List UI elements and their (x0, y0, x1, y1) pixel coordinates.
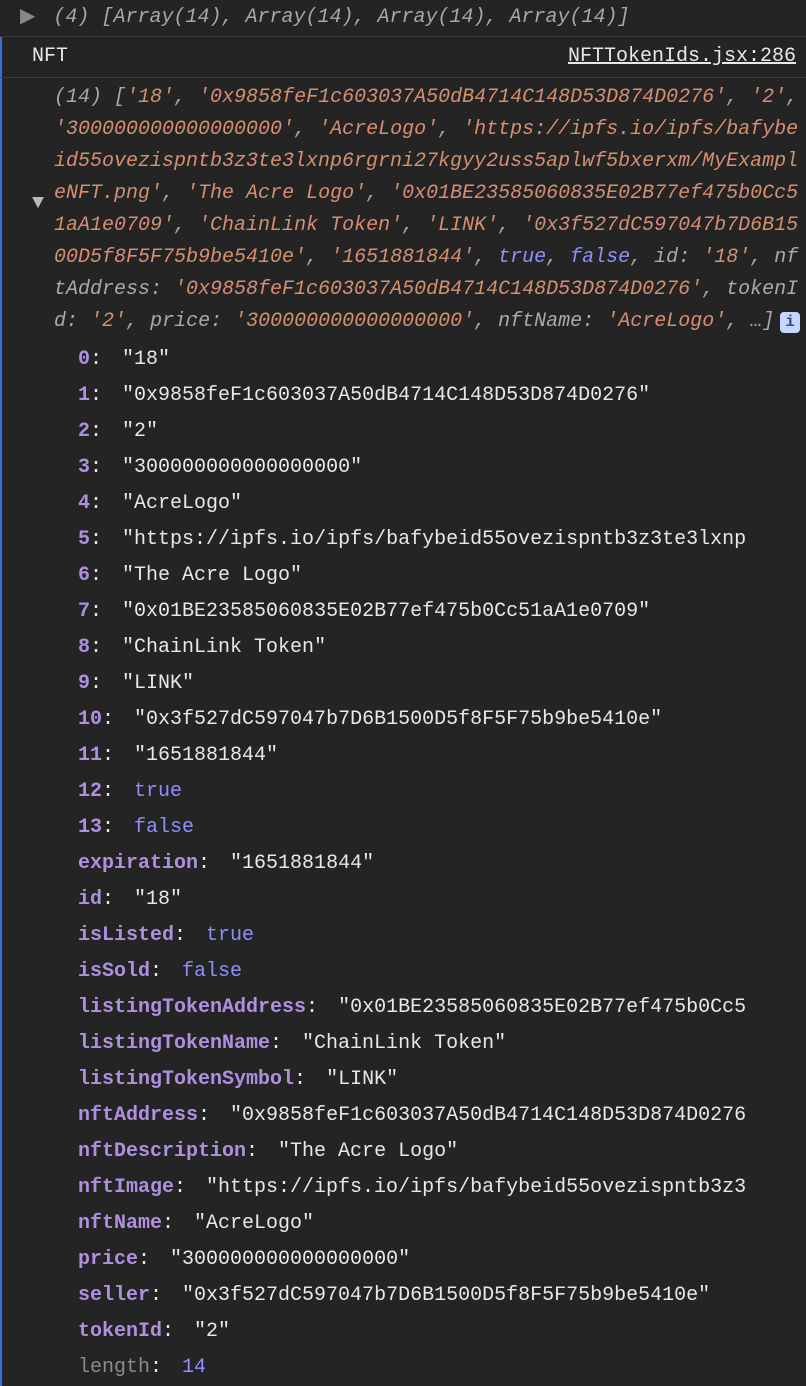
property-value: "0x9858feF1c603037A50dB4714C148D53D874D0… (122, 384, 650, 407)
property-row[interactable]: 11: "1651881844" (78, 738, 806, 774)
property-value: "300000000000000000" (170, 1248, 410, 1271)
property-value: "ChainLink Token" (302, 1032, 506, 1055)
property-row[interactable]: 7: "0x01BE23585060835E02B77ef475b0Cc51aA… (78, 594, 806, 630)
property-value: 14 (182, 1356, 206, 1379)
property-key: 7 (78, 600, 90, 623)
property-row[interactable]: nftName: "AcreLogo" (78, 1206, 806, 1242)
property-value: "The Acre Logo" (278, 1140, 458, 1163)
property-row[interactable]: 13: false (78, 810, 806, 846)
property-row[interactable]: nftAddress: "0x9858feF1c603037A50dB4714C… (78, 1098, 806, 1134)
property-row[interactable]: 12: true (78, 774, 806, 810)
property-value: false (182, 960, 242, 983)
property-row[interactable]: 9: "LINK" (78, 666, 806, 702)
property-row[interactable]: 6: "The Acre Logo" (78, 558, 806, 594)
property-key: listingTokenSymbol (78, 1068, 294, 1091)
property-row[interactable]: listingTokenSymbol: "LINK" (78, 1062, 806, 1098)
property-key: isSold (78, 960, 150, 983)
parent-array-count: (4) (53, 6, 89, 29)
property-key: nftName (78, 1212, 162, 1235)
property-key: isListed (78, 924, 174, 947)
property-row[interactable]: length: 14 (78, 1350, 806, 1386)
log-content: ▼ (14) ['18', '0x9858feF1c603037A50dB471… (0, 78, 806, 1386)
property-row[interactable]: seller: "0x3f527dC597047b7D6B1500D5f8F5F… (78, 1278, 806, 1314)
property-value: "0x01BE23585060835E02B77ef475b0Cc5 (338, 996, 746, 1019)
property-value: "1651881844" (134, 744, 278, 767)
property-row[interactable]: 8: "ChainLink Token" (78, 630, 806, 666)
property-value: "300000000000000000" (122, 456, 362, 479)
property-key: 10 (78, 708, 102, 731)
property-row[interactable]: isListed: true (78, 918, 806, 954)
log-label: NFT (32, 41, 68, 73)
property-value: "1651881844" (230, 852, 374, 875)
source-link[interactable]: NFTTokenIds.jsx:286 (568, 41, 796, 73)
property-row[interactable]: 2: "2" (78, 414, 806, 450)
property-key: tokenId (78, 1320, 162, 1343)
property-value: "https://ipfs.io/ipfs/bafybeid55ovezispn… (206, 1176, 746, 1199)
property-key: 9 (78, 672, 90, 695)
property-key: id (78, 888, 102, 911)
log-header-row: NFT NFTTokenIds.jsx:286 (0, 37, 806, 78)
property-value: "LINK" (122, 672, 194, 695)
property-row[interactable]: tokenId: "2" (78, 1314, 806, 1350)
property-key: 3 (78, 456, 90, 479)
parent-array-row[interactable]: ▶ (4) [Array(14), Array(14), Array(14), … (0, 0, 806, 37)
property-value: "0x3f527dC597047b7D6B1500D5f8F5F75b9be54… (134, 708, 662, 731)
expand-arrow-icon[interactable]: ▼ (32, 188, 44, 220)
property-list: 0: "18"1: "0x9858feF1c603037A50dB4714C14… (32, 342, 806, 1386)
info-icon[interactable]: i (780, 312, 800, 333)
property-key: listingTokenName (78, 1032, 270, 1055)
property-value: "AcreLogo" (122, 492, 242, 515)
property-value: "LINK" (326, 1068, 398, 1091)
property-row[interactable]: 0: "18" (78, 342, 806, 378)
property-key: 12 (78, 780, 102, 803)
property-row[interactable]: id: "18" (78, 882, 806, 918)
property-key: length (78, 1356, 150, 1379)
property-value: "0x9858feF1c603037A50dB4714C148D53D874D0… (230, 1104, 746, 1127)
property-key: expiration (78, 852, 198, 875)
property-row[interactable]: 10: "0x3f527dC597047b7D6B1500D5f8F5F75b9… (78, 702, 806, 738)
property-row[interactable]: 3: "300000000000000000" (78, 450, 806, 486)
property-key: 6 (78, 564, 90, 587)
property-row[interactable]: 1: "0x9858feF1c603037A50dB4714C148D53D87… (78, 378, 806, 414)
property-key: 11 (78, 744, 102, 767)
property-value: true (206, 924, 254, 947)
property-key: seller (78, 1284, 150, 1307)
property-key: nftAddress (78, 1104, 198, 1127)
parent-array-items: [Array(14), Array(14), Array(14), Array(… (101, 6, 629, 29)
property-key: 0 (78, 348, 90, 371)
property-key: 2 (78, 420, 90, 443)
property-value: "2" (122, 420, 158, 443)
property-row[interactable]: nftImage: "https://ipfs.io/ipfs/bafybeid… (78, 1170, 806, 1206)
property-value: "18" (122, 348, 170, 371)
collapse-arrow-icon[interactable]: ▶ (20, 6, 35, 29)
property-key: price (78, 1248, 138, 1271)
property-row[interactable]: listingTokenName: "ChainLink Token" (78, 1026, 806, 1062)
property-value: "https://ipfs.io/ipfs/bafybeid55ovezispn… (122, 528, 746, 551)
property-value: true (134, 780, 182, 803)
property-row[interactable]: listingTokenAddress: "0x01BE23585060835E… (78, 990, 806, 1026)
property-row[interactable]: expiration: "1651881844" (78, 846, 806, 882)
property-value: "ChainLink Token" (122, 636, 326, 659)
property-key: listingTokenAddress (78, 996, 306, 1019)
property-value: "The Acre Logo" (122, 564, 302, 587)
property-value: "18" (134, 888, 182, 911)
property-key: 4 (78, 492, 90, 515)
property-key: 5 (78, 528, 90, 551)
property-key: 13 (78, 816, 102, 839)
property-value: false (134, 816, 194, 839)
property-row[interactable]: isSold: false (78, 954, 806, 990)
property-key: nftImage (78, 1176, 174, 1199)
property-row[interactable]: 4: "AcreLogo" (78, 486, 806, 522)
property-value: "0x01BE23585060835E02B77ef475b0Cc51aA1e0… (122, 600, 650, 623)
object-summary[interactable]: ▼ (14) ['18', '0x9858feF1c603037A50dB471… (32, 78, 806, 342)
property-key: 1 (78, 384, 90, 407)
property-row[interactable]: 5: "https://ipfs.io/ipfs/bafybeid55ovezi… (78, 522, 806, 558)
property-value: "AcreLogo" (194, 1212, 314, 1235)
property-value: "2" (194, 1320, 230, 1343)
property-row[interactable]: price: "300000000000000000" (78, 1242, 806, 1278)
property-row[interactable]: nftDescription: "The Acre Logo" (78, 1134, 806, 1170)
property-value: "0x3f527dC597047b7D6B1500D5f8F5F75b9be54… (182, 1284, 710, 1307)
property-key: nftDescription (78, 1140, 246, 1163)
property-key: 8 (78, 636, 90, 659)
